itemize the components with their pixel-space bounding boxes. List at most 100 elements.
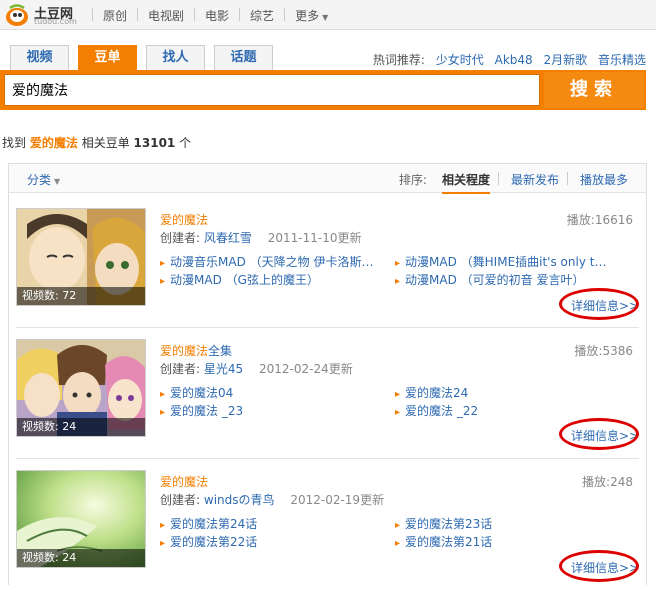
video-link[interactable]: ▸ 爱的魔法第22话 [160, 533, 375, 550]
video-link-label: 爱的魔法第22话 [170, 535, 258, 549]
video-link-label: 爱的魔法第23话 [405, 517, 493, 531]
result-count: 13101 [133, 136, 176, 150]
hot-keyword-link[interactable]: 音乐精选 [598, 53, 646, 67]
creator-label: 创建者: [160, 362, 201, 376]
details-link[interactable]: 详细信息>> [559, 550, 639, 582]
search-button[interactable]: 搜索 [544, 72, 644, 108]
result-prefix: 找到 [2, 136, 27, 150]
creator-label: 创建者: [160, 231, 201, 245]
details-link[interactable]: 详细信息>> [559, 418, 639, 450]
sort-newest[interactable]: 最新发布 [511, 171, 559, 194]
bullet-icon: ▸ [160, 407, 166, 418]
item-divider [16, 327, 639, 328]
playlist-thumbnail[interactable]: 视频数: 24 [16, 470, 146, 568]
chevron-down-icon: ▼ [54, 177, 61, 186]
video-link[interactable]: ▸ 爱的魔法24 [395, 384, 610, 401]
hot-keyword-link[interactable]: Akb48 [495, 53, 533, 67]
playlist-creator: 创建者: windsの青鸟 2012-02-19更新 [160, 491, 384, 508]
video-count-badge: 视频数: 24 [17, 549, 145, 567]
video-count-badge: 视频数: 72 [17, 287, 145, 305]
nav-original[interactable]: 原创 [103, 7, 127, 24]
highlight-ring [559, 550, 639, 582]
sort-bar: 分类 ▼ 排序: 相关程度 最新发布 播放最多 [8, 163, 647, 194]
bullet-icon: ▸ [395, 407, 401, 418]
nav-variety[interactable]: 综艺 [250, 7, 274, 24]
site-logo[interactable]: 土豆网 tudou.com [4, 2, 79, 28]
category-filter[interactable]: 分类 ▼ [27, 171, 60, 188]
tab-playlists[interactable]: 豆单 [78, 45, 137, 70]
video-link[interactable]: ▸ 爱的魔法04 [160, 384, 375, 401]
highlight-ring [559, 418, 639, 450]
video-link-label: 爱的魔法第24话 [170, 517, 258, 531]
playlist-thumbnail[interactable]: 视频数: 72 [16, 208, 146, 306]
video-link[interactable]: ▸ 动漫MAD （可爱的初音 爱言叶） [395, 271, 610, 288]
video-link[interactable]: ▸ 爱的魔法 _22 [395, 402, 610, 419]
category-filter-label: 分类 [27, 173, 52, 187]
bullet-icon: ▸ [160, 520, 166, 531]
result-summary: 找到 爱的魔法 相关豆单 13101 个 [2, 134, 191, 151]
sort-divider [497, 172, 499, 185]
search-bar: 搜索 [0, 70, 646, 110]
video-link-label: 爱的魔法第21话 [405, 535, 493, 549]
playlist-title[interactable]: 爱的魔法 [160, 473, 208, 490]
hot-keyword-link[interactable]: 少女时代 [436, 53, 484, 67]
video-count-badge: 视频数: 24 [17, 418, 145, 436]
tudou-logo-icon [6, 4, 28, 26]
details-link[interactable]: 详细信息>> [559, 288, 639, 320]
playlist-creator: 创建者: 星光45 2012-02-24更新 [160, 360, 353, 377]
chevron-down-icon: ▼ [322, 13, 329, 22]
playlist-item: 视频数: 24 爱的魔法全集 创建者: 星光45 2012-02-24更新 播放… [8, 331, 647, 459]
top-nav: 原创 电视剧 电影 综艺 更多 ▼ [82, 7, 328, 24]
creator-link[interactable]: windsの青鸟 [204, 493, 275, 507]
video-link[interactable]: ▸ 动漫MAD （舞HIME插曲it's only th… [395, 253, 610, 270]
logo-subtext: tudou.com [34, 17, 77, 26]
bullet-icon: ▸ [395, 520, 401, 531]
top-bar: 土豆网 tudou.com 原创 电视剧 电影 综艺 更多 ▼ [0, 0, 656, 30]
video-link-label: 动漫MAD （舞HIME插曲it's only th… [405, 255, 610, 269]
nav-more-label: 更多 [295, 9, 320, 23]
nav-divider [92, 8, 93, 21]
playlist-title-keyword: 爱的魔法 [160, 213, 209, 227]
sort-most-played[interactable]: 播放最多 [580, 171, 628, 194]
sort-label: 排序: [398, 173, 427, 187]
bullet-icon: ▸ [395, 538, 401, 549]
creator-link[interactable]: 风春红雪 [204, 231, 252, 245]
bullet-icon: ▸ [160, 276, 166, 287]
creator-link[interactable]: 星光45 [204, 362, 243, 376]
nav-divider [284, 8, 286, 21]
playlist-creator: 创建者: 风春红雪 2011-11-10更新 [160, 229, 361, 246]
playlist-title-keyword: 爱的魔法 [160, 475, 209, 489]
updated-date: 2011-11-10更新 [267, 231, 362, 245]
video-link[interactable]: ▸ 动漫MAD （G弦上的魔王） [160, 271, 375, 288]
tab-people[interactable]: 找人 [146, 45, 205, 70]
video-link[interactable]: ▸ 爱的魔法第23话 [395, 515, 610, 532]
video-link[interactable]: ▸ 爱的魔法 _23 [160, 402, 375, 419]
video-link[interactable]: ▸ 爱的魔法第21话 [395, 533, 610, 550]
video-link[interactable]: ▸ 动漫音乐MAD （天降之物 伊卡洛斯… [160, 253, 375, 270]
result-suffix: 个 [179, 136, 192, 150]
creator-label: 创建者: [160, 493, 201, 507]
tab-videos[interactable]: 视频 [10, 45, 69, 70]
playlist-thumbnail[interactable]: 视频数: 24 [16, 339, 146, 437]
video-link[interactable]: ▸ 爱的魔法第24话 [160, 515, 375, 532]
video-link-label: 动漫MAD （可爱的初音 爱言叶） [405, 273, 585, 287]
playlist-title-rest: 全集 [208, 344, 233, 358]
tab-topics[interactable]: 话题 [214, 45, 273, 70]
playlist-title[interactable]: 爱的魔法全集 [160, 342, 232, 359]
sort-relevance[interactable]: 相关程度 [441, 171, 490, 194]
nav-movies[interactable]: 电影 [205, 7, 229, 24]
hot-keyword-link[interactable]: 2月新歌 [544, 53, 588, 67]
nav-more[interactable]: 更多 ▼ [295, 7, 328, 24]
playlist-item: 视频数: 24 爱的魔法 创建者: windsの青鸟 2012-02-19更新 … [8, 462, 647, 590]
nav-divider [194, 8, 196, 21]
nav-divider [137, 8, 139, 21]
nav-tv-series[interactable]: 电视剧 [148, 7, 184, 24]
search-input[interactable] [4, 74, 540, 106]
video-link-label: 爱的魔法24 [405, 386, 469, 400]
hot-keywords: 热词推荐: 少女时代 Akb48 2月新歌 音乐精选 [373, 51, 646, 68]
search-type-tabs: 视频 豆单 找人 话题 [10, 45, 282, 70]
highlight-ring [559, 288, 639, 320]
sort-options: 排序: 相关程度 最新发布 播放最多 [399, 171, 634, 194]
playlist-title[interactable]: 爱的魔法 [160, 211, 208, 228]
updated-date: 2012-02-24更新 [258, 362, 353, 376]
